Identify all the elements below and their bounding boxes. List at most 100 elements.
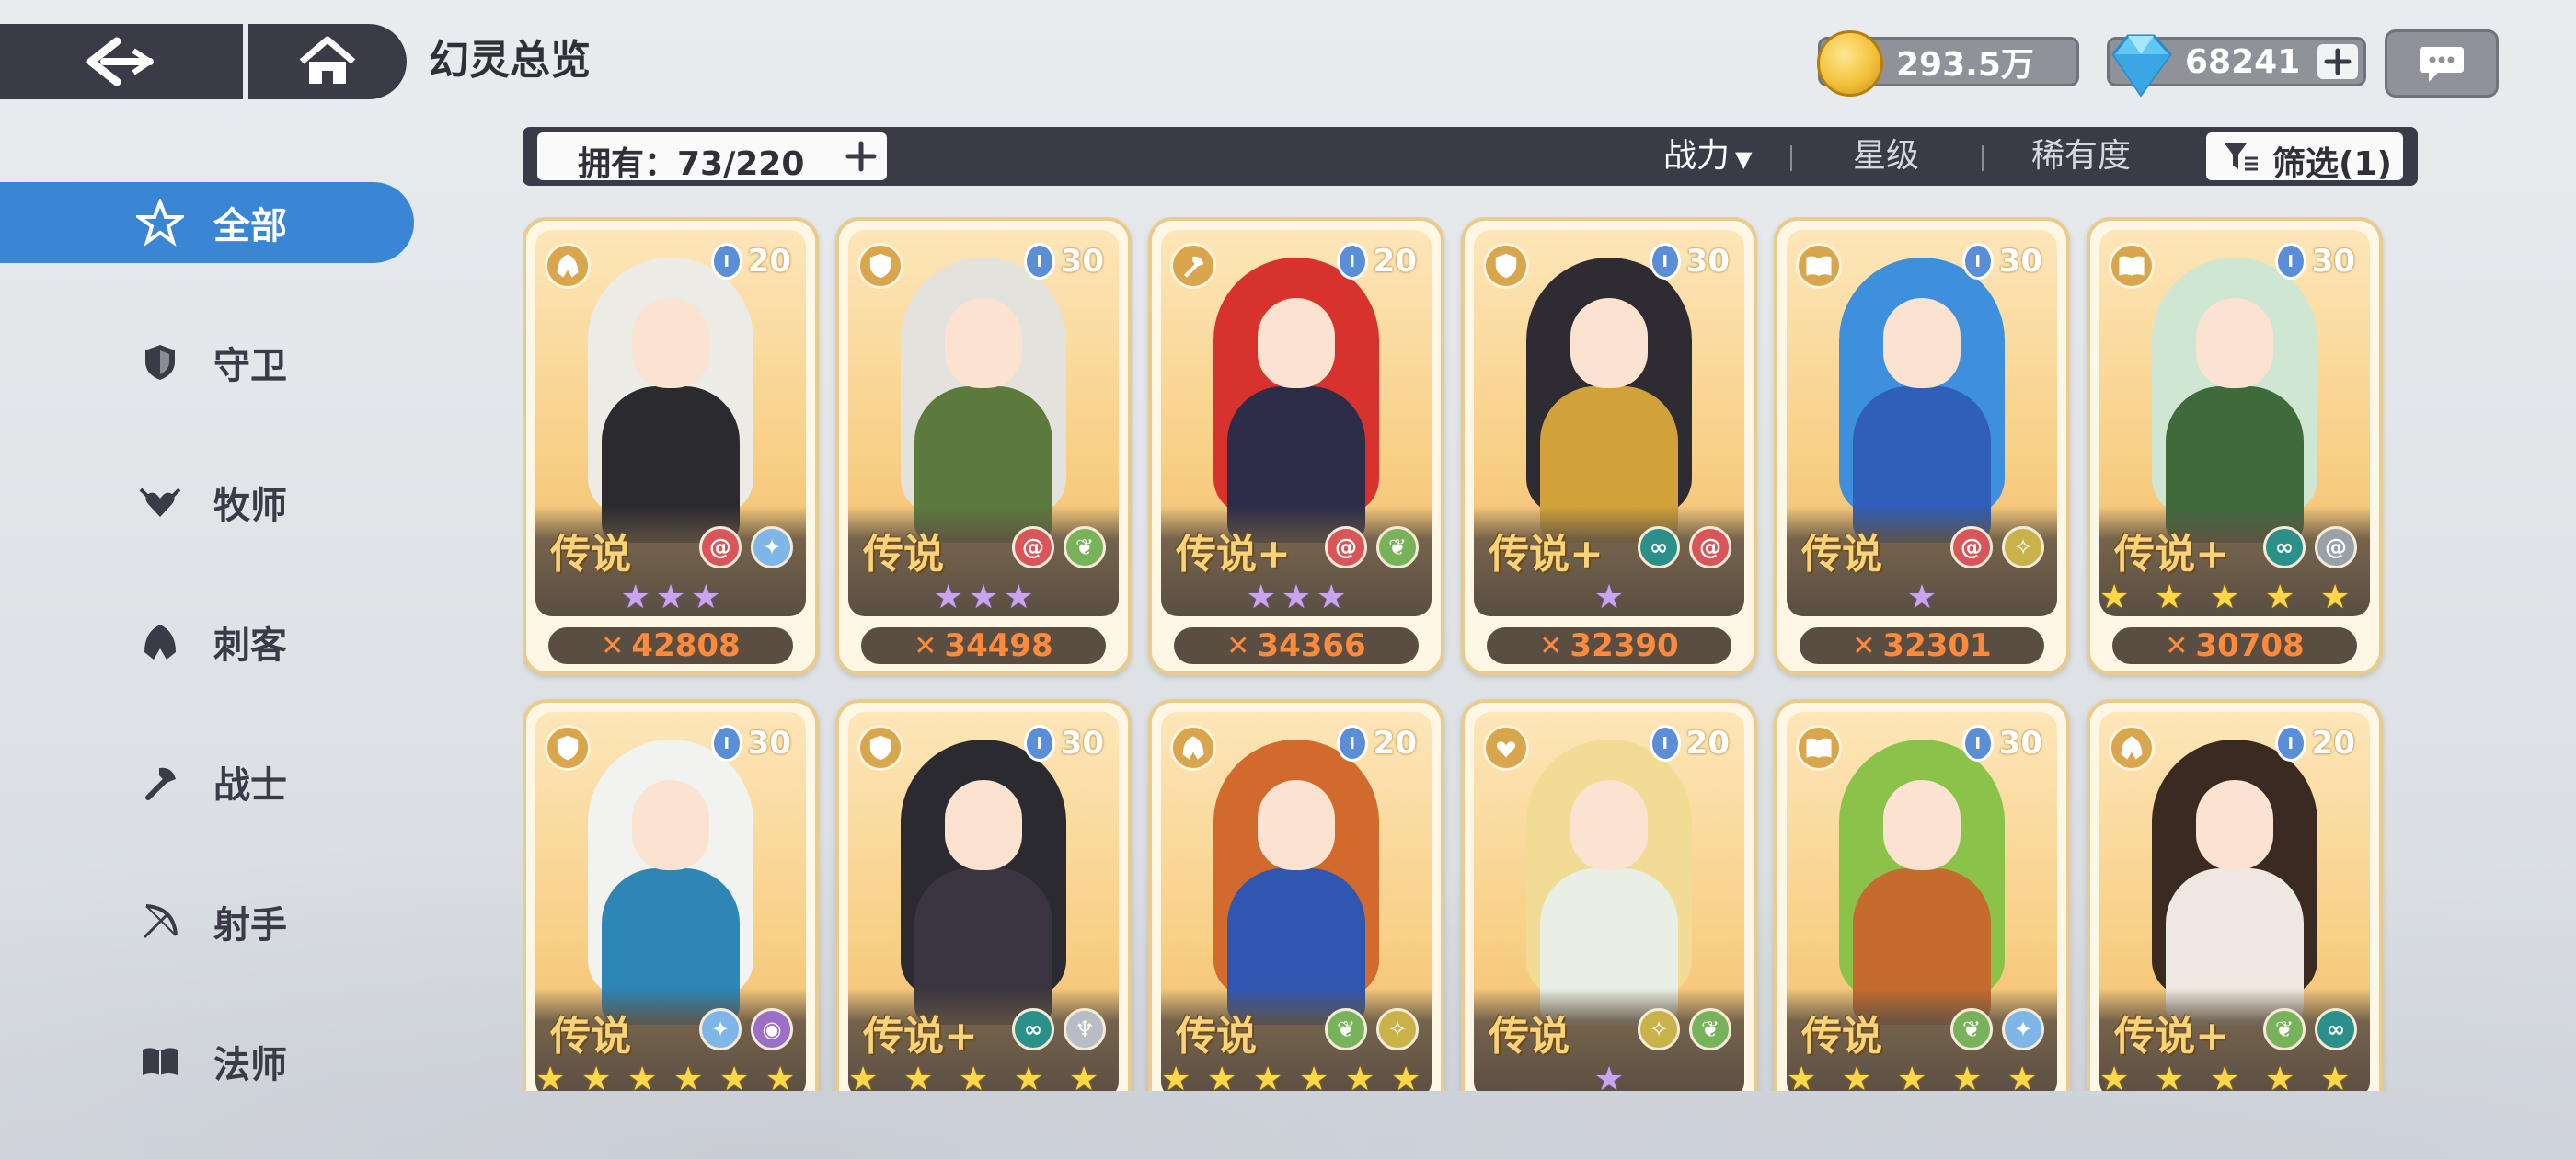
- star-icon: ★: [535, 1061, 566, 1092]
- star-icon: ★: [1897, 1061, 1927, 1092]
- ice-element-icon: ✦: [751, 526, 793, 568]
- star-icon: ★: [1161, 1061, 1191, 1092]
- sidebar-item-mage[interactable]: 法师: [0, 1021, 414, 1102]
- hero-card[interactable]: I 20 传说 ✧ ❦ ★: [1461, 699, 1757, 1091]
- expand-capacity-button[interactable]: [843, 138, 880, 175]
- hero-card[interactable]: I 30 传说+ ∞ @ ★ ✕ 32390: [1461, 217, 1757, 675]
- hero-card[interactable]: I 20 传说+ ❦ ∞ ★ ★ ★ ★ ★: [2087, 699, 2383, 1091]
- star-rating: ★: [1474, 580, 1744, 616]
- hero-card[interactable]: I 30 传说 ✦ ◉ ★ ★ ★ ★ ★ ★: [523, 699, 819, 1091]
- hero-level: 30: [1685, 243, 1730, 280]
- swirl-element-icon: @: [1325, 526, 1367, 568]
- star-icon: ★: [968, 579, 999, 616]
- hero-portrait: [2120, 258, 2350, 543]
- sidebar-item-warrior[interactable]: 战士: [0, 741, 414, 822]
- hero-card[interactable]: I 20 传说 ❦ ✧ ★ ★ ★ ★ ★ ★: [1148, 699, 1444, 1091]
- hero-face: [1258, 298, 1335, 388]
- guard-class-icon: [857, 725, 903, 771]
- combat-power: ✕ 32301: [1800, 627, 2044, 664]
- book-icon: [136, 1038, 184, 1085]
- hero-portrait-frame: I 20 传说+ ❦ ∞ ★ ★ ★ ★ ★: [2099, 712, 2370, 1091]
- hero-portrait: [1807, 258, 2037, 543]
- star-icon: ★: [2099, 1061, 2130, 1092]
- crossed-swords-icon: ✕: [914, 629, 937, 662]
- hero-card[interactable]: I 30 传说 @ ❦ ★ ★ ★ ✕ 34498: [835, 217, 1132, 675]
- combat-power-value: 30708: [2195, 627, 2305, 664]
- combat-power: ✕ 34498: [861, 627, 1106, 664]
- combat-power-value: 34366: [1257, 627, 1366, 664]
- hero-portrait-frame: I 30 传说+ ∞ @ ★ ★ ★ ★ ★: [2099, 230, 2370, 616]
- swirl-element-icon: @: [1950, 526, 1993, 568]
- combat-power-value: 32390: [1570, 627, 1679, 664]
- light-element-icon: ✧: [1376, 1008, 1419, 1050]
- star-rating: ★: [1474, 1061, 1744, 1092]
- hero-card[interactable]: I 30 传说+ ∞ ♆ ★ ★ ★ ★ ★: [835, 699, 1132, 1091]
- star-icon: ★: [1317, 579, 1347, 616]
- sort-by-power[interactable]: 战力 ▼: [1663, 134, 1752, 178]
- shield-icon: [136, 339, 184, 386]
- hero-card[interactable]: I 30 传说 @ ✧ ★ ✕ 32301: [1774, 217, 2070, 675]
- sort-by-rarity[interactable]: 稀有度: [2031, 134, 2131, 178]
- sidebar-item-archer[interactable]: 射手: [0, 881, 414, 962]
- sidebar-item-priest[interactable]: 牧师: [0, 462, 414, 543]
- guard-class-icon: [545, 725, 591, 771]
- level-icon: I: [2274, 243, 2306, 280]
- back-button[interactable]: [0, 24, 241, 99]
- axe-icon: [136, 758, 184, 806]
- rarity-label: 传说: [863, 531, 944, 578]
- home-button[interactable]: [248, 24, 407, 99]
- hero-face: [632, 298, 709, 388]
- star-icon: ★: [1299, 1061, 1329, 1092]
- guard-class-icon: [857, 243, 903, 289]
- hero-card[interactable]: I 30 传说+ ∞ @ ★ ★ ★ ★ ★ ✕ 30708: [2087, 217, 2383, 675]
- element-badges: ∞ @: [1638, 526, 1731, 568]
- rarity-label: 传说: [550, 1013, 631, 1060]
- star-icon: ★: [2320, 1061, 2351, 1092]
- star-icon: ★: [627, 1061, 658, 1092]
- rarity-label: 传说+: [863, 1013, 978, 1060]
- star-icon: ★: [2155, 1061, 2185, 1092]
- star-icon: ★: [2099, 579, 2130, 616]
- sidebar-item-guard[interactable]: 守卫: [0, 322, 414, 403]
- filter-funnel-icon: [2225, 143, 2258, 171]
- star-rating: ★: [1787, 580, 2057, 616]
- sort-by-star[interactable]: 星级: [1853, 134, 1919, 178]
- level-tag: I 20: [710, 243, 791, 280]
- element-badges: @ ✦: [699, 526, 793, 568]
- assassin-class-icon: [545, 243, 591, 289]
- level-icon: I: [1023, 243, 1055, 280]
- star-rating: ★ ★ ★: [848, 580, 1119, 616]
- hero-portrait-frame: I 30 传说+ ∞ ♆ ★ ★ ★ ★ ★: [848, 712, 1119, 1091]
- crossed-swords-icon: ✕: [1852, 629, 1876, 662]
- level-tag: I 30: [1023, 243, 1104, 280]
- hero-portrait-frame: I 30 传说 ❦ ✦ ★ ★ ★ ★ ★: [1787, 712, 2057, 1091]
- combat-power: ✕ 32390: [1487, 627, 1731, 664]
- mage-class-icon: [1796, 243, 1842, 289]
- leaf-element-icon: ❦: [1950, 1008, 1993, 1050]
- combat-power-value: 34498: [944, 627, 1053, 664]
- gem-counter: 68241: [2107, 34, 2366, 98]
- star-rating: ★ ★ ★: [535, 580, 806, 616]
- void-element-icon: ∞: [2315, 1008, 2357, 1050]
- hero-card-grid: I 20 传说 @ ✦ ★ ★ ★ ✕ 42808 I 30 传说 @ ❦ ★ ★ ★ ✕ 34498 I 20 传说+ @ ❦…: [523, 217, 2418, 1091]
- rarity-label: 传说+: [1176, 531, 1291, 578]
- sidebar-item-assassin[interactable]: 刺客: [0, 602, 414, 683]
- star-icon: ★: [1253, 1061, 1283, 1092]
- rarity-label: 传说: [550, 531, 631, 578]
- owned-count: 拥有：73/220: [578, 145, 805, 183]
- leaf-element-icon: ❦: [1376, 526, 1419, 568]
- chat-button[interactable]: [2385, 29, 2499, 98]
- hero-face: [1883, 780, 1961, 870]
- add-gems-button[interactable]: [2317, 44, 2358, 79]
- hero-card[interactable]: I 20 传说 @ ✦ ★ ★ ★ ✕ 42808: [523, 217, 819, 675]
- star-icon: ★: [719, 1061, 750, 1092]
- hero-level: 20: [1685, 725, 1730, 762]
- void-element-icon: ∞: [2263, 526, 2306, 568]
- hero-level: 20: [2311, 725, 2355, 762]
- hero-card[interactable]: I 30 传说 ❦ ✦ ★ ★ ★ ★ ★: [1774, 699, 2070, 1091]
- filter-button[interactable]: 筛选(1): [2206, 132, 2403, 183]
- sidebar-item-all[interactable]: 全部: [0, 182, 414, 263]
- level-tag: I 30: [1023, 725, 1104, 762]
- hero-face: [1570, 780, 1648, 870]
- hero-card[interactable]: I 20 传说+ @ ❦ ★ ★ ★ ✕ 34366: [1148, 217, 1444, 675]
